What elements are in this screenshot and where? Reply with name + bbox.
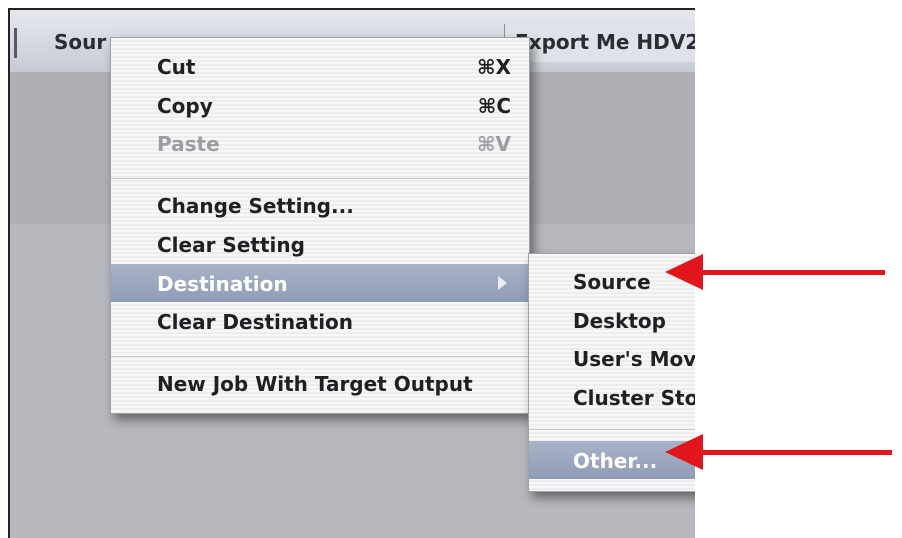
menu-item-label: New Job With Target Output <box>157 372 473 396</box>
menu-separator <box>111 178 529 179</box>
menu-item-destination[interactable]: Destination <box>111 264 529 302</box>
submenu-item-label: Other... <box>573 449 658 473</box>
menu-item-label: Paste <box>157 132 220 156</box>
context-menu: Cut ⌘X Copy ⌘C Paste ⌘V Change Setting..… <box>110 37 530 414</box>
menu-item-label: Cut <box>157 55 196 79</box>
menu-item-label: Change Setting... <box>157 194 354 218</box>
source-column-header[interactable]: Sour <box>54 30 106 54</box>
annotation-arrow-source <box>665 254 885 294</box>
arrow-shaft <box>697 450 892 455</box>
menu-item-shortcut: ⌘V <box>476 132 511 156</box>
header-divider <box>14 28 17 58</box>
menu-item-label: Destination <box>157 272 288 296</box>
submenu-item-label: User's Movies <box>573 347 695 371</box>
menu-item-label: Clear Setting <box>157 233 305 257</box>
submenu-item-label: Source <box>573 270 651 294</box>
menu-item-new-job-with-target-output[interactable]: New Job With Target Output <box>111 364 529 402</box>
menu-item-change-setting[interactable]: Change Setting... <box>111 186 529 224</box>
menu-separator <box>529 429 695 430</box>
annotation-arrow-other <box>665 434 892 474</box>
submenu-item-users-movies[interactable]: User's Movies <box>529 339 695 377</box>
compressor-window: Sour Export Me HDV2 Cut ⌘X Copy ⌘C Paste… <box>8 8 695 538</box>
arrow-shaft <box>697 270 885 275</box>
menu-item-shortcut: ⌘C <box>477 94 511 118</box>
submenu-item-label: Cluster Storage <box>573 386 695 410</box>
submenu-item-cluster-storage[interactable]: Cluster Storage <box>529 378 695 416</box>
menu-item-clear-destination[interactable]: Clear Destination <box>111 302 529 340</box>
submenu-arrow-icon <box>498 276 507 290</box>
menu-item-shortcut: ⌘X <box>477 55 511 79</box>
export-job-header[interactable]: Export Me HDV2 <box>504 24 695 62</box>
export-job-label: Export Me HDV2 <box>515 30 695 54</box>
menu-item-label: Clear Destination <box>157 310 354 334</box>
menu-item-paste: Paste ⌘V <box>111 124 529 162</box>
menu-item-label: Copy <box>157 94 213 118</box>
menu-item-copy[interactable]: Copy ⌘C <box>111 86 529 124</box>
submenu-item-label: Desktop <box>573 309 666 333</box>
menu-separator <box>111 356 529 357</box>
page-root: Sour Export Me HDV2 Cut ⌘X Copy ⌘C Paste… <box>0 0 902 538</box>
menu-item-cut[interactable]: Cut ⌘X <box>111 47 529 85</box>
submenu-item-desktop[interactable]: Desktop <box>529 301 695 339</box>
menu-item-clear-setting[interactable]: Clear Setting <box>111 225 529 263</box>
